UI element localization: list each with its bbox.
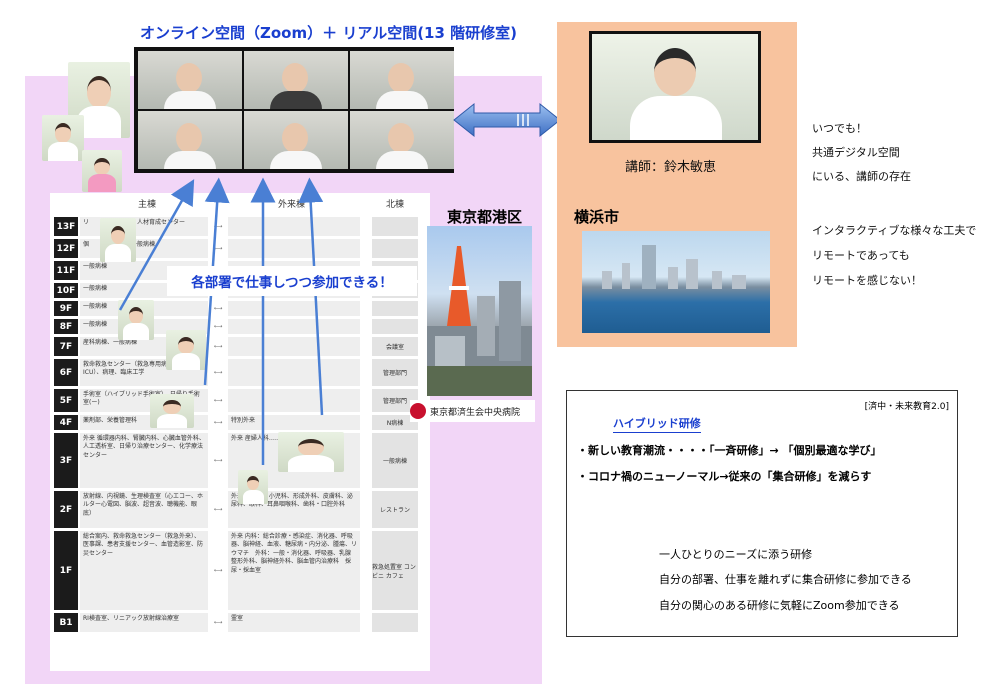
floor-label: 13F <box>54 217 78 236</box>
side-text-line: リモートを感じない！ <box>812 274 922 287</box>
floor-label: 6F <box>54 359 78 386</box>
zoom-participant-tile <box>138 51 242 109</box>
floor-label: 7F <box>54 337 78 356</box>
floor-label: 4F <box>54 415 78 430</box>
floor-label: B1 <box>54 613 78 632</box>
floor-label: 8F <box>54 319 78 334</box>
info-bullet: ・コロナ禍のニューノーマル→従来の「集合研修」を減らす <box>577 470 872 483</box>
floor-label: 5F <box>54 389 78 412</box>
info-note: 一人ひとりのニーズに添う研修 <box>659 548 813 561</box>
side-text-line: いつでも！ <box>812 122 867 135</box>
yokohama-photo <box>582 231 770 333</box>
floor-label: 3F <box>54 433 78 488</box>
double-arrow-icon <box>453 102 561 138</box>
zoom-participant-tile <box>244 51 348 109</box>
side-text-line: にいる、講師の存在 <box>812 170 911 183</box>
staff-photo <box>42 115 84 161</box>
hospital-logo: 東京都済生会中央病院 <box>410 400 535 422</box>
yokohama-label: 横浜市 <box>574 208 620 226</box>
info-note: 自分の関心のある研修に気軽にZoom参加できる <box>659 599 900 612</box>
lecturer-video <box>589 31 761 143</box>
floor-label: 10F <box>54 283 78 298</box>
floor-label: 1F <box>54 531 78 610</box>
hospital-logo-icon <box>410 403 426 419</box>
zoom-participant-tile <box>350 51 454 109</box>
info-tag: [済中・未来教育2.0] <box>864 402 949 412</box>
side-text-line: リモートであっても <box>812 249 910 262</box>
participation-callout: 各部署で仕事しつつ参加できる！ <box>167 266 417 296</box>
info-note: 自分の部署、仕事を離れずに集合研修に参加できる <box>659 573 912 586</box>
tokyo-label: 東京都港区 <box>447 208 523 226</box>
side-text-line: 共通デジタル空間 <box>812 146 900 159</box>
floor-label: 12F <box>54 239 78 258</box>
info-heading: ハイブリッド研修 <box>613 415 701 433</box>
participation-arrows <box>118 177 324 465</box>
tokyo-photo <box>427 226 532 396</box>
side-text-line: インタラクティブな様々な工夫で <box>812 224 977 237</box>
tokyo-tower-icon <box>427 246 532 396</box>
arrow-up <box>298 177 324 416</box>
page-title: オンライン空間（Zoom）＋ リアル空間(13 階研修室) <box>140 24 517 42</box>
floor-label: 9F <box>54 301 78 316</box>
lecturer-label: 講師：鈴木敏恵 <box>625 160 717 175</box>
floor-label: 2F <box>54 491 78 528</box>
info-bullet: ・新しい教育潮流・・・・「一斉研修」→ 「個別最適な学び」 <box>577 444 882 457</box>
hospital-name: 東京都済生会中央病院 <box>430 407 521 418</box>
floor-label: 11F <box>54 261 78 280</box>
zoom-gallery <box>134 47 454 173</box>
info-box: [済中・未来教育2.0] ハイブリッド研修 ・新しい教育潮流・・・・「一斉研修」… <box>566 390 958 637</box>
